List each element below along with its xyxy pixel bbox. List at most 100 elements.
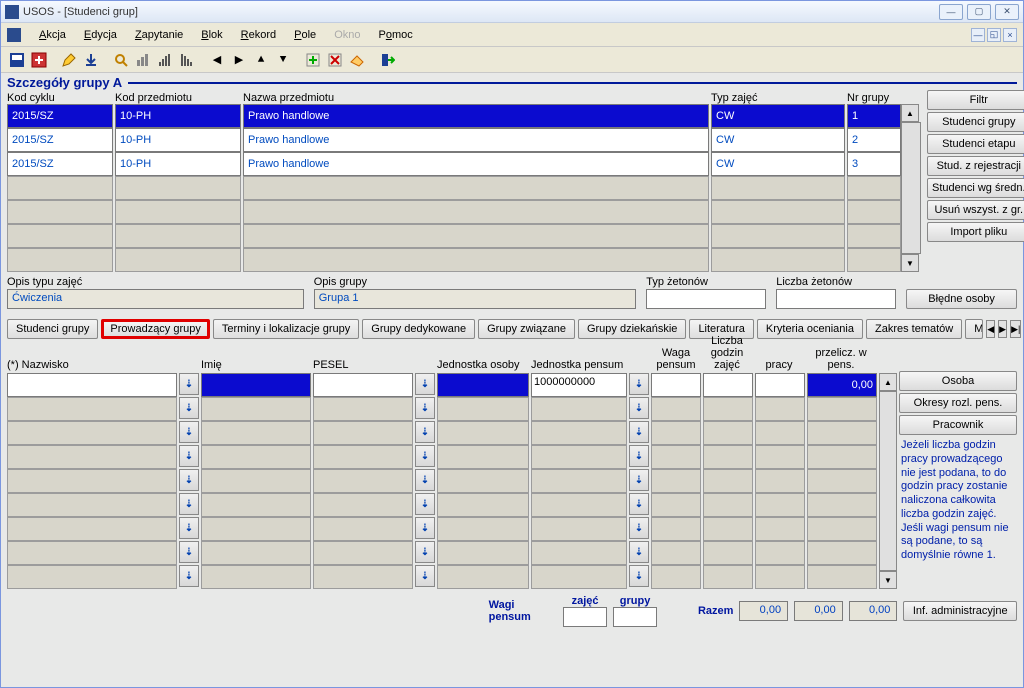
table-row[interactable] <box>7 224 901 248</box>
close-button[interactable]: ✕ <box>995 4 1019 20</box>
maximize-button[interactable]: ▢ <box>967 4 991 20</box>
cell-nr[interactable]: 1 <box>847 104 901 128</box>
pick-icon[interactable]: ⇣ <box>179 421 199 443</box>
pick-icon[interactable]: ⇣ <box>179 445 199 467</box>
tab-grupy-dziekanskie[interactable]: Grupy dziekańskie <box>578 319 687 339</box>
liczba-zetonow-input[interactable] <box>776 289 896 309</box>
pick-icon[interactable]: ⇣ <box>629 469 649 491</box>
import-pliku-button[interactable]: Import pliku <box>927 222 1024 242</box>
cell-nr[interactable]: 3 <box>847 152 901 176</box>
pick-icon[interactable]: ⇣ <box>629 373 649 395</box>
cell-typ[interactable]: CW <box>711 152 845 176</box>
studenci-sredn-button[interactable]: Studenci wg średn. <box>927 178 1024 198</box>
up-icon[interactable]: ▲ <box>251 50 271 70</box>
down-icon[interactable]: ▼ <box>273 50 293 70</box>
pick-icon[interactable]: ⇣ <box>415 397 435 419</box>
menu-rekord[interactable]: Rekord <box>241 29 276 41</box>
pick-icon[interactable]: ⇣ <box>629 541 649 563</box>
table-row[interactable] <box>7 176 901 200</box>
lower-row[interactable]: ⇣ ⇣ 1000000000⇣ 0,00 <box>7 373 877 397</box>
cell-typ[interactable]: CW <box>711 128 845 152</box>
mdi-close-button[interactable]: × <box>1003 28 1017 42</box>
inf-admin-button[interactable]: Inf. administracyjne <box>903 601 1017 621</box>
scroll-up-icon[interactable]: ▲ <box>879 373 897 391</box>
scroll-down-icon[interactable]: ▼ <box>879 571 897 589</box>
mdi-minimize-button[interactable]: — <box>971 28 985 42</box>
pick-icon[interactable]: ⇣ <box>179 517 199 539</box>
bledne-osoby-button[interactable]: Błędne osoby <box>906 289 1017 309</box>
pick-icon[interactable]: ⇣ <box>415 373 435 395</box>
tab-right-icon[interactable]: ▶ <box>998 320 1007 338</box>
wagi-grupy-input[interactable] <box>613 607 657 627</box>
pick-icon[interactable]: ⇣ <box>415 517 435 539</box>
pick-icon[interactable]: ⇣ <box>415 445 435 467</box>
okresy-button[interactable]: Okresy rozl. pens. <box>899 393 1017 413</box>
cell-nr[interactable]: 2 <box>847 128 901 152</box>
pick-icon[interactable]: ⇣ <box>179 373 199 395</box>
menu-akcja[interactable]: Akcja <box>39 29 66 41</box>
tab-zakres[interactable]: Zakres tematów <box>866 319 962 339</box>
scrollbar-track[interactable] <box>901 122 921 254</box>
menu-zapytanie[interactable]: Zapytanie <box>135 29 183 41</box>
pracownik-button[interactable]: Pracownik <box>899 415 1017 435</box>
scroll-down-icon[interactable]: ▼ <box>901 254 919 272</box>
add-icon[interactable] <box>303 50 323 70</box>
tab-end-icon[interactable]: ▶| <box>1010 320 1021 338</box>
cell-typ[interactable]: CW <box>711 104 845 128</box>
wagi-zajec-input[interactable] <box>563 607 607 627</box>
pick-icon[interactable]: ⇣ <box>179 541 199 563</box>
stud-rejestracji-button[interactable]: Stud. z rejestracji <box>927 156 1024 176</box>
pick-icon[interactable]: ⇣ <box>629 493 649 515</box>
cell-jp[interactable]: 1000000000 <box>531 373 627 397</box>
cell-kodp[interactable]: 10-PH <box>115 128 241 152</box>
save-icon[interactable] <box>7 50 27 70</box>
filtr-button[interactable]: Filtr <box>927 90 1024 110</box>
pick-icon[interactable]: ⇣ <box>629 565 649 587</box>
pick-icon[interactable]: ⇣ <box>629 421 649 443</box>
pick-icon[interactable]: ⇣ <box>415 493 435 515</box>
typ-zetonow-input[interactable] <box>646 289 766 309</box>
table-row[interactable]: 2015/SZ 10-PH Prawo handlowe CW 3 <box>7 152 901 176</box>
pick-icon[interactable]: ⇣ <box>415 565 435 587</box>
edit-icon[interactable] <box>59 50 79 70</box>
tab-prowadzacy-grupy[interactable]: Prowadzący grupy <box>101 319 210 339</box>
tab-grupy-zwiazane[interactable]: Grupy związane <box>478 319 575 339</box>
tab-left-icon[interactable]: ◀ <box>986 320 995 338</box>
studenci-etapu-button[interactable]: Studenci etapu <box>927 134 1024 154</box>
search-icon[interactable] <box>111 50 131 70</box>
cell-nazwa[interactable]: Prawo handlowe <box>243 152 709 176</box>
download-icon[interactable] <box>81 50 101 70</box>
tab-kryteria[interactable]: Kryteria oceniania <box>757 319 863 339</box>
bars2-icon[interactable] <box>177 50 197 70</box>
table-row[interactable]: 2015/SZ 10-PH Prawo handlowe CW 1 <box>7 104 901 128</box>
undo-icon[interactable] <box>29 50 49 70</box>
usun-wszystkich-button[interactable]: Usuń wszyst. z gr. <box>927 200 1024 220</box>
minimize-button[interactable]: — <box>939 4 963 20</box>
exit-icon[interactable] <box>377 50 397 70</box>
tab-studenci-grupy[interactable]: Studenci grupy <box>7 319 98 339</box>
cell-nazwa[interactable]: Prawo handlowe <box>243 128 709 152</box>
chart-icon[interactable] <box>133 50 153 70</box>
next-icon[interactable]: ▶ <box>229 50 249 70</box>
pick-icon[interactable]: ⇣ <box>179 493 199 515</box>
menu-pomoc[interactable]: Pomoc <box>378 29 412 41</box>
prev-icon[interactable]: ◀ <box>207 50 227 70</box>
cell-kodc[interactable]: 2015/SZ <box>7 128 113 152</box>
pick-icon[interactable]: ⇣ <box>415 541 435 563</box>
bars1-icon[interactable] <box>155 50 175 70</box>
tab-metody[interactable]: Meto <box>965 319 983 339</box>
cell-kodp[interactable]: 10-PH <box>115 104 241 128</box>
scrollbar-track[interactable] <box>879 391 897 571</box>
pick-icon[interactable]: ⇣ <box>629 445 649 467</box>
cell-kodp[interactable]: 10-PH <box>115 152 241 176</box>
pick-icon[interactable]: ⇣ <box>415 469 435 491</box>
pick-icon[interactable]: ⇣ <box>179 565 199 587</box>
osoba-button[interactable]: Osoba <box>899 371 1017 391</box>
pick-icon[interactable]: ⇣ <box>629 397 649 419</box>
pick-icon[interactable]: ⇣ <box>179 397 199 419</box>
tab-terminy[interactable]: Terminy i lokalizacje grupy <box>213 319 359 339</box>
pick-icon[interactable]: ⇣ <box>629 517 649 539</box>
clear-icon[interactable] <box>347 50 367 70</box>
tab-grupy-dedykowane[interactable]: Grupy dedykowane <box>362 319 475 339</box>
pick-icon[interactable]: ⇣ <box>179 469 199 491</box>
